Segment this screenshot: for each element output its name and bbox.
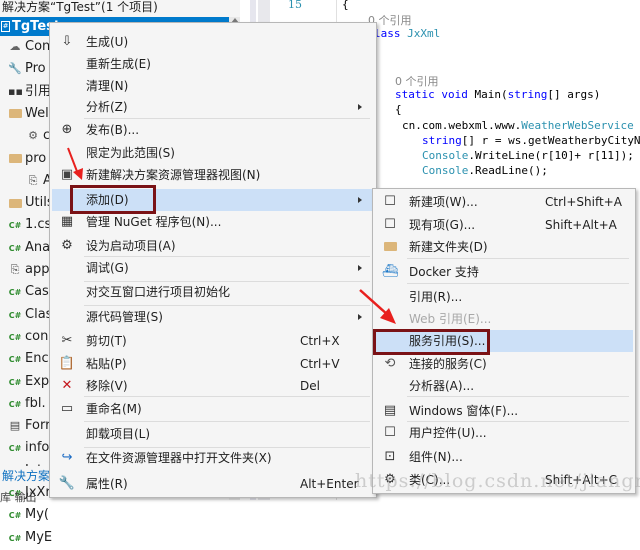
csharp-icon: C#	[8, 533, 22, 543]
tree-item[interactable]: C# MyE	[8, 527, 52, 549]
annotation-arrow-2	[359, 289, 396, 324]
csharp-icon: C#	[8, 511, 22, 521]
annotation-arrows	[67, 147, 396, 324]
tree-item-label: MyE	[25, 529, 53, 545]
tree-item-label: My(	[25, 507, 49, 523]
annotation-arrow-1	[67, 147, 83, 180]
tree-item[interactable]: C# My(	[8, 504, 49, 526]
